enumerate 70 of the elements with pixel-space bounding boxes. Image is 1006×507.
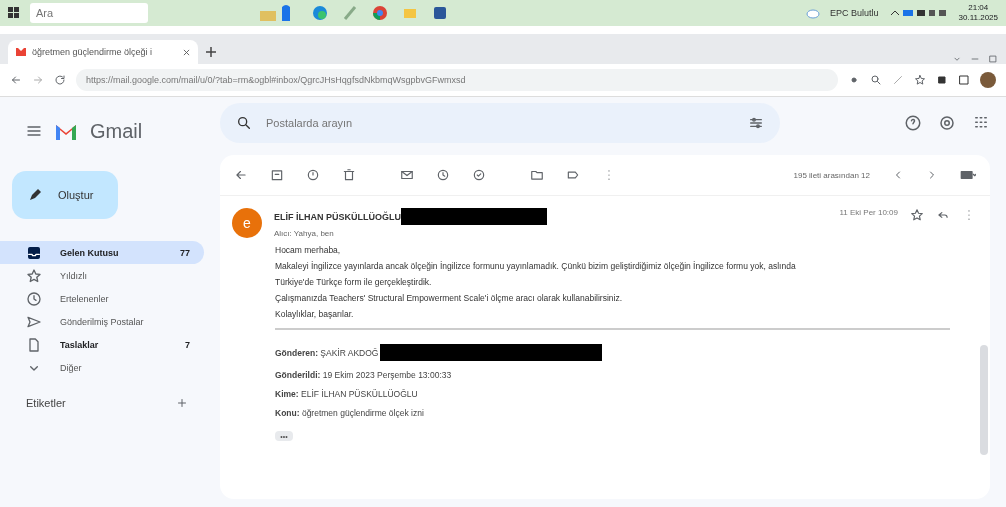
nav-item[interactable]: Diğer	[0, 356, 204, 379]
compose-button[interactable]: Oluştur	[12, 171, 118, 219]
maximize-icon[interactable]	[988, 54, 998, 64]
nav-item[interactable]: Taslaklar 7	[0, 333, 204, 356]
avatar-icon[interactable]	[980, 72, 996, 88]
star-icon[interactable]	[910, 208, 924, 222]
scrollbar[interactable]	[980, 345, 988, 455]
menu-icon[interactable]	[26, 123, 42, 139]
browser-tab[interactable]: öğretmen güçlendirme ölçeği i	[8, 40, 198, 64]
clock-icon[interactable]	[26, 290, 42, 307]
report-icon[interactable]	[306, 168, 320, 182]
search-icon[interactable]	[236, 115, 252, 131]
gmail-logo-icon[interactable]	[54, 122, 78, 140]
weather-text: EPC Bulutlu	[830, 8, 879, 18]
sidebar-icon[interactable]	[958, 74, 970, 86]
message-date: 11 Eki Per 10:09	[839, 208, 898, 219]
body-text: Çalışmanızda Teachers' Structural Empowerment Scale'i ölçme aracı olarak kullanabilirsiniz.	[275, 292, 623, 304]
settings-icon[interactable]	[938, 114, 956, 132]
extensions-icon[interactable]	[936, 74, 948, 86]
search-input[interactable]: Postalarda arayın	[264, 116, 736, 130]
add-icon[interactable]	[176, 397, 188, 409]
recipients-text[interactable]: Alıcı: Yahya, ben	[274, 229, 828, 238]
body-text: Türkiye'de Türkçe form ile gerçekleştirdik.	[275, 276, 433, 288]
search-field[interactable]: Postalarda arayın	[220, 103, 780, 143]
pencil-icon	[28, 188, 42, 202]
word-icon[interactable]	[432, 5, 448, 21]
nav-item[interactable]: Yıldızlı	[0, 264, 204, 287]
forward-header-line: Konu: öğretmen güçlendirme ölçek izni	[275, 408, 424, 418]
nav-item[interactable]: Gelen Kutusu 77	[0, 241, 204, 264]
forward-header-line: Gönderen: ŞAKİR AKDOĞ	[275, 347, 379, 358]
document-icon[interactable]	[26, 336, 42, 353]
forward-header-line: Kime: ELİF İLHAN PÜSKÜLLÜOĞLU	[275, 389, 418, 399]
inbox-icon[interactable]	[26, 244, 42, 261]
trash-icon[interactable]	[342, 168, 356, 182]
chrome-icon[interactable]	[372, 5, 388, 21]
body-text: Makaleyi İngilizce yayınlarda ancak ölçeğin İngilizce formunu yayınlamadık. Çünkü bizim geliştirdiğimiz ölçeğin İngilizce formu yok, aslında	[275, 260, 797, 272]
add-task-icon[interactable]	[472, 168, 486, 182]
star-icon[interactable]	[26, 267, 42, 284]
clock-icon[interactable]	[436, 168, 450, 182]
labels-heading: Etiketler	[26, 397, 67, 409]
taskbar-search-field[interactable]: Ara	[30, 3, 148, 23]
zoom-icon[interactable]	[870, 74, 882, 86]
tray-icons-drawing[interactable]	[888, 7, 949, 19]
back-icon[interactable]	[10, 74, 22, 86]
clock-time: 21:04	[967, 3, 990, 13]
star-icon[interactable]	[914, 74, 926, 86]
windows-icon[interactable]	[8, 7, 20, 19]
folder-icon[interactable]	[530, 168, 544, 182]
clock-date: 30.11.2025	[958, 13, 998, 23]
gmail-logo-text: Gmail	[90, 119, 143, 143]
body-text: Hocam merhaba,	[275, 244, 342, 256]
sender-name: ELİF İLHAN PÜSKÜLLÜOĞLU	[274, 211, 401, 222]
label-icon[interactable]	[566, 168, 580, 182]
nav-item[interactable]: Ertelenenler	[0, 287, 204, 310]
mail-icon[interactable]	[400, 168, 414, 182]
new-tab-icon[interactable]	[206, 47, 216, 57]
back-icon[interactable]	[234, 168, 248, 182]
nav-item[interactable]: Gönderilmiş Postalar	[0, 310, 204, 333]
gmail-favicon-icon	[16, 48, 26, 56]
archive-icon[interactable]	[270, 168, 284, 182]
help-icon[interactable]	[904, 114, 922, 132]
reload-icon[interactable]	[54, 74, 66, 86]
filter-icon[interactable]	[748, 115, 764, 131]
body-text: Kolaylıklar, başarılar.	[275, 308, 355, 320]
edge-icon[interactable]	[312, 5, 328, 21]
address-bar[interactable]: https://mail.google.com/mail/u/0/?tab=rm&ogbl#inbox/QgrcJHsHqgfsdNkbmqWsgpbvGFwmxsd	[76, 69, 838, 91]
forward-header-line: Gönderildi: 19 Ekim 2023 Perşembe 13:00:33	[275, 370, 452, 380]
sender-avatar: e	[232, 208, 262, 238]
close-icon[interactable]	[183, 48, 190, 56]
pager-text: 195 ileti arasından 12	[793, 170, 870, 180]
